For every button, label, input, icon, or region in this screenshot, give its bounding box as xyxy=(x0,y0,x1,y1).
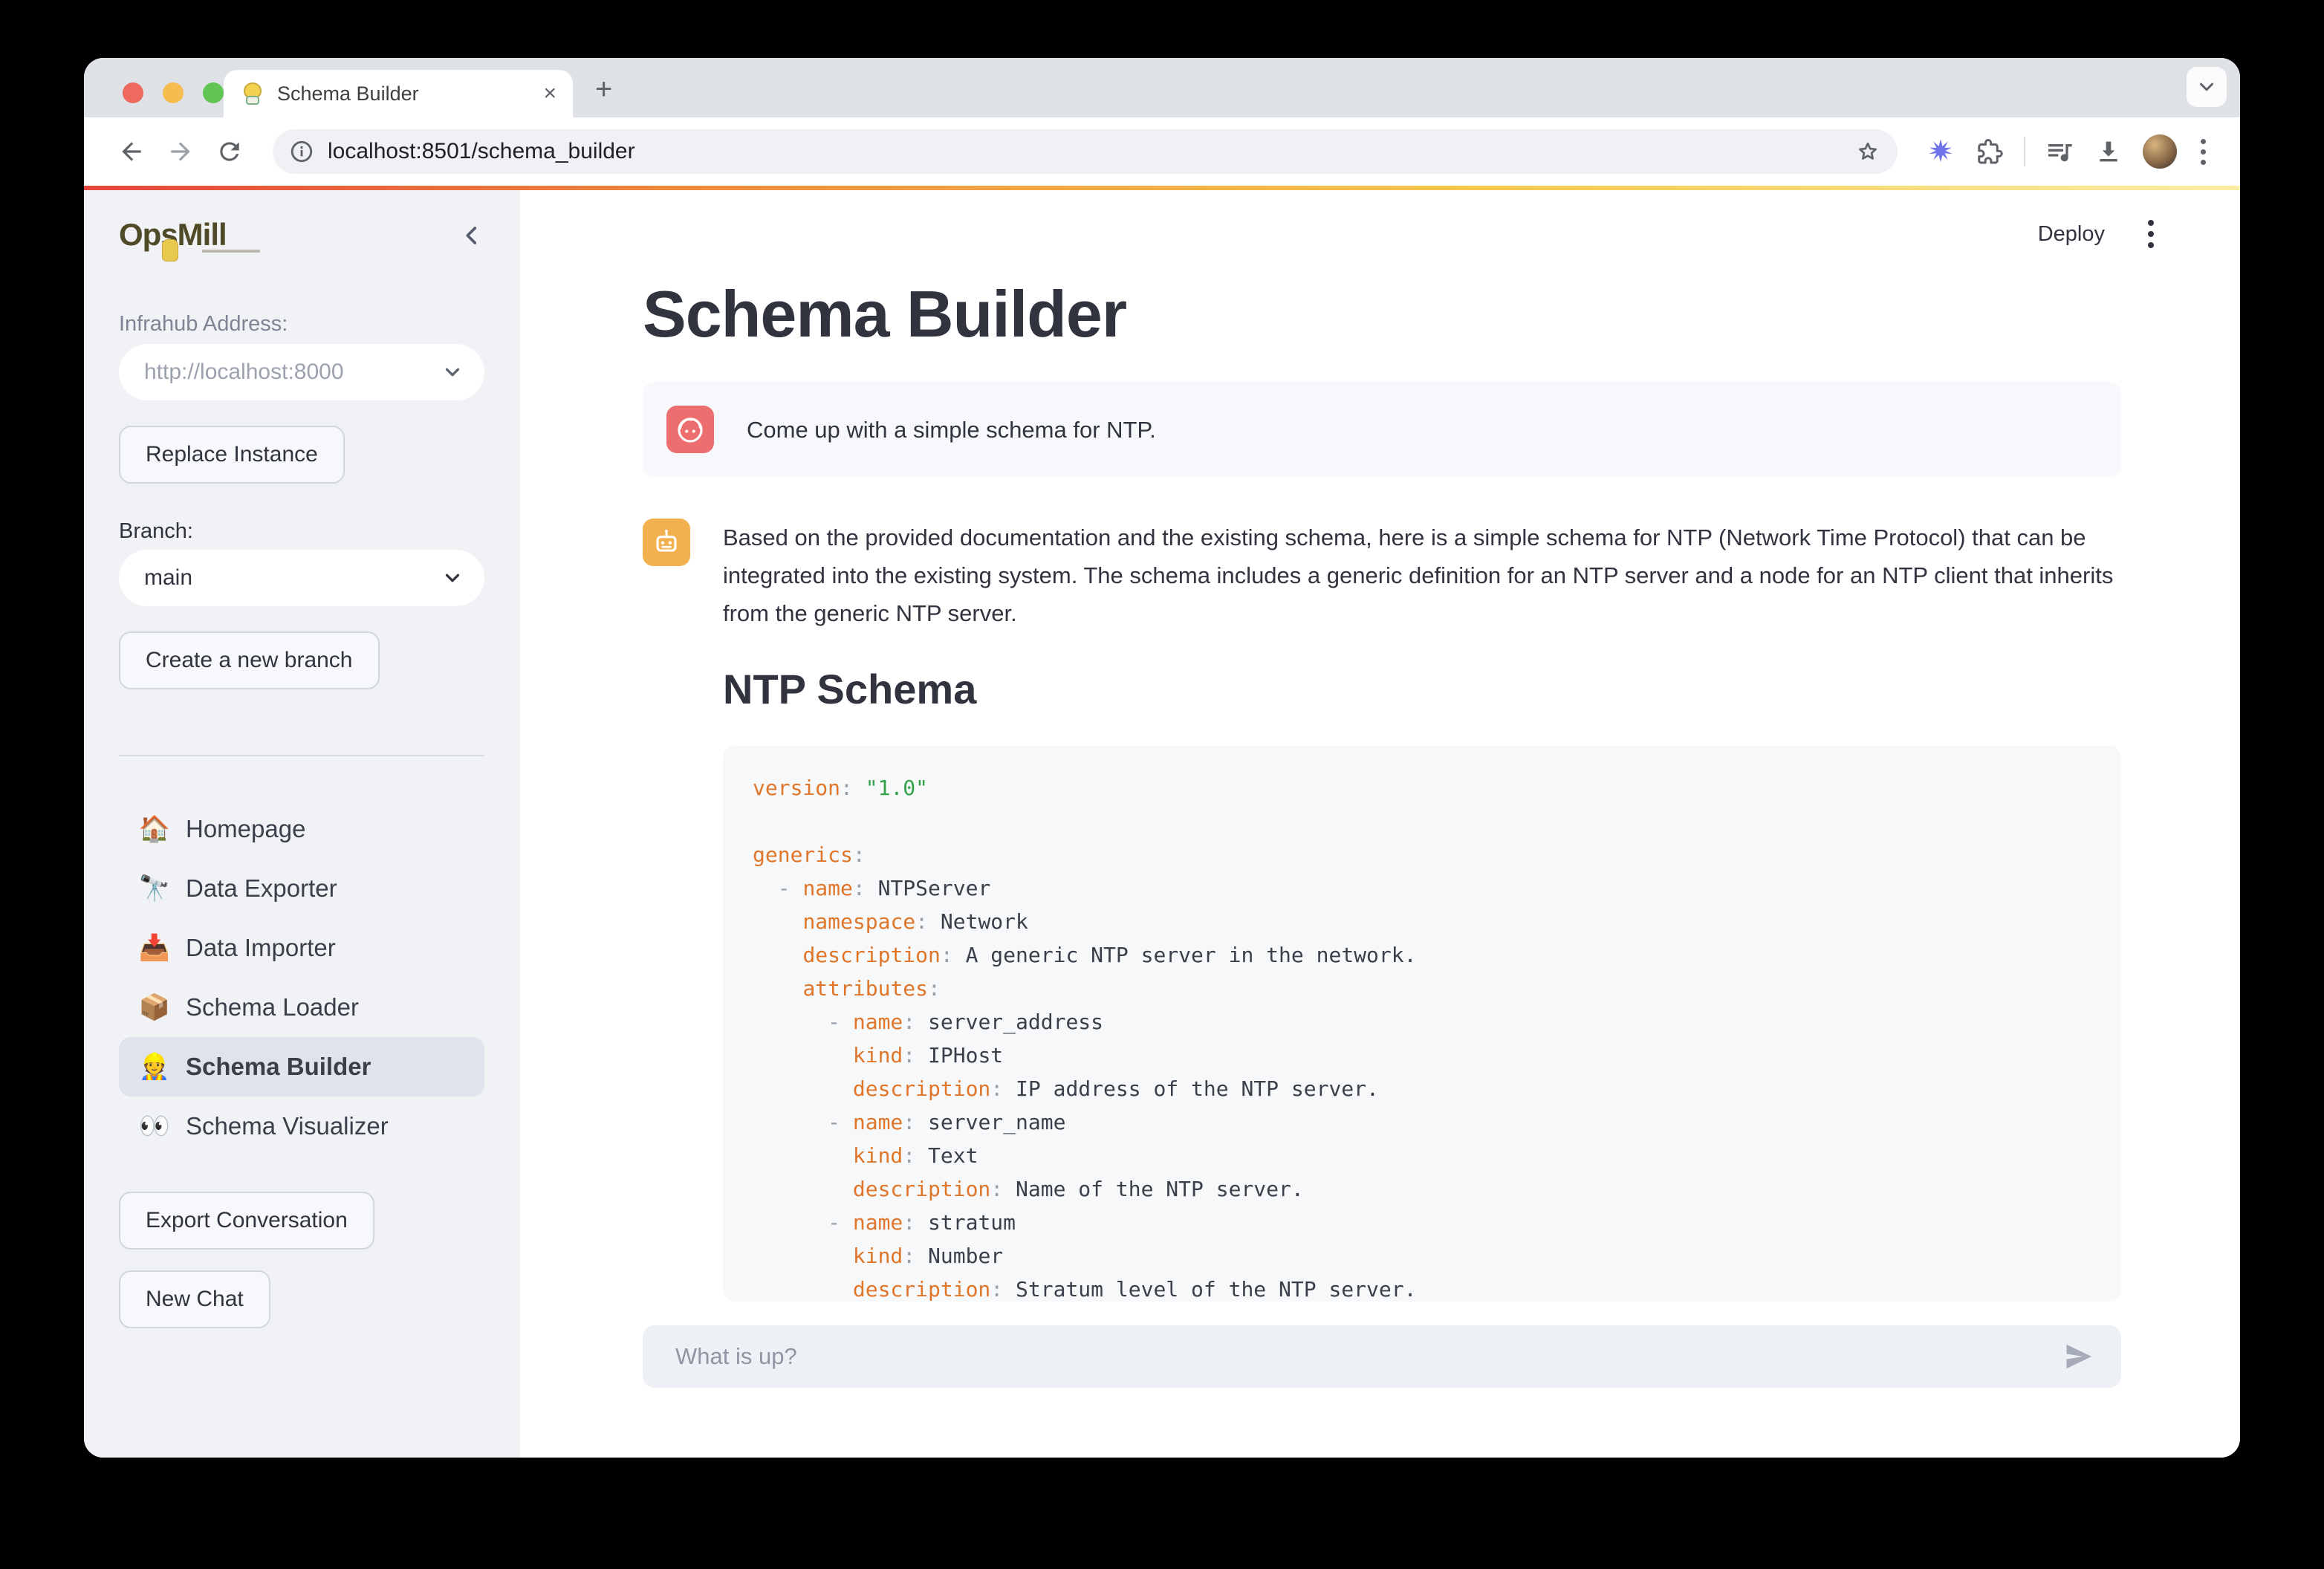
browser-window: Schema Builder × + localhost:8501/schema… xyxy=(84,58,2240,1458)
telescope-icon: 🔭 xyxy=(138,874,171,903)
branch-select[interactable]: main xyxy=(119,550,484,606)
assistant-chat-message: Based on the provided documentation and … xyxy=(643,519,2121,632)
download-icon[interactable] xyxy=(2094,137,2123,166)
site-info-icon[interactable] xyxy=(289,139,314,164)
sidebar-item-schema-builder[interactable]: 👷 Schema Builder xyxy=(119,1037,484,1097)
code-content: version: "1.0" generics: - name: NTPServ… xyxy=(753,771,2091,1302)
opsmill-tagline xyxy=(202,250,260,253)
opsmill-mascot-icon xyxy=(162,239,178,262)
sidebar-item-schema-visualizer[interactable]: 👀 Schema Visualizer xyxy=(119,1097,484,1156)
app-menu-kebab-icon[interactable] xyxy=(2143,220,2158,248)
sidebar-item-label: Schema Builder xyxy=(186,1053,371,1081)
sidebar-item-label: Data Importer xyxy=(186,934,336,962)
assistant-avatar-robot-icon xyxy=(643,519,690,566)
schema-heading: NTP Schema xyxy=(643,665,2121,713)
sidebar-collapse-icon[interactable] xyxy=(459,223,484,248)
url-text[interactable]: localhost:8501/schema_builder xyxy=(328,139,1841,164)
main-content: Deploy Schema Builder Come up with a sim… xyxy=(520,190,2240,1458)
export-conversation-button[interactable]: Export Conversation xyxy=(119,1192,374,1250)
window-controls xyxy=(123,82,224,103)
extensions-puzzle-icon[interactable] xyxy=(1975,137,2005,166)
browser-tab[interactable]: Schema Builder × xyxy=(224,70,573,117)
close-window-button[interactable] xyxy=(123,82,143,103)
url-bar[interactable]: localhost:8501/schema_builder xyxy=(273,129,1898,174)
browser-menu-kebab-icon[interactable] xyxy=(2196,139,2210,165)
toolbar-separator xyxy=(2024,137,2025,166)
home-icon: 🏠 xyxy=(138,814,171,844)
yaml-code-block: version: "1.0" generics: - name: NTPServ… xyxy=(723,746,2121,1302)
sidebar-divider xyxy=(119,755,484,756)
tab-strip: Schema Builder × + xyxy=(84,58,2240,117)
minimize-window-button[interactable] xyxy=(163,82,184,103)
user-avatar-face-icon xyxy=(666,406,714,453)
sidebar-item-schema-loader[interactable]: 📦 Schema Loader xyxy=(119,978,484,1037)
chat-input-bar[interactable] xyxy=(643,1325,2121,1388)
replace-instance-button[interactable]: Replace Instance xyxy=(119,426,345,484)
inbox-tray-icon: 📥 xyxy=(138,933,171,963)
back-icon[interactable] xyxy=(117,137,146,166)
page-title: Schema Builder xyxy=(643,276,2121,352)
create-branch-button[interactable]: Create a new branch xyxy=(119,631,380,689)
assistant-message-text: Based on the provided documentation and … xyxy=(723,524,2113,626)
chevron-down-icon xyxy=(441,361,464,383)
package-icon: 📦 xyxy=(138,993,171,1022)
tab-search-chevron-icon[interactable] xyxy=(2187,67,2227,107)
forward-icon[interactable] xyxy=(166,137,195,166)
branch-value: main xyxy=(144,565,434,591)
construction-worker-icon: 👷 xyxy=(138,1052,171,1082)
sidebar-item-homepage[interactable]: 🏠 Homepage xyxy=(119,799,484,859)
chat-input[interactable] xyxy=(675,1343,2047,1370)
sidebar-item-label: Data Exporter xyxy=(186,874,337,903)
sidebar: OpsMill Infrahub Address: Replace Instan… xyxy=(84,190,520,1458)
opsmill-logo-text: OpsMill xyxy=(119,217,290,253)
send-icon[interactable] xyxy=(2062,1339,2096,1374)
new-chat-button[interactable]: New Chat xyxy=(119,1270,270,1328)
branch-label: Branch: xyxy=(119,519,484,544)
deploy-button[interactable]: Deploy xyxy=(2038,222,2105,247)
bookmark-star-icon[interactable] xyxy=(1854,138,1881,165)
tab-favicon xyxy=(240,81,265,106)
media-playlist-icon[interactable] xyxy=(2045,137,2074,166)
sidebar-item-label: Schema Loader xyxy=(186,993,359,1021)
tab-title: Schema Builder xyxy=(277,82,531,105)
reload-icon[interactable] xyxy=(215,137,244,166)
zoom-window-button[interactable] xyxy=(203,82,224,103)
sidebar-nav: 🏠 Homepage 🔭 Data Exporter 📥 Data Import… xyxy=(119,799,484,1156)
sidebar-item-data-importer[interactable]: 📥 Data Importer xyxy=(119,918,484,978)
infrahub-address-select[interactable] xyxy=(119,344,484,400)
infrahub-address-input[interactable] xyxy=(144,360,434,385)
opsmill-logo: OpsMill xyxy=(119,217,290,253)
profile-avatar[interactable] xyxy=(2143,134,2177,169)
gemini-icon[interactable] xyxy=(1926,137,1955,166)
new-tab-button[interactable]: + xyxy=(595,74,612,104)
browser-toolbar: localhost:8501/schema_builder xyxy=(84,117,2240,186)
infrahub-address-label: Infrahub Address: xyxy=(119,312,484,337)
sidebar-item-data-exporter[interactable]: 🔭 Data Exporter xyxy=(119,859,484,918)
user-chat-message: Come up with a simple schema for NTP. xyxy=(643,382,2121,477)
sidebar-item-label: Homepage xyxy=(186,815,305,843)
tab-close-icon[interactable]: × xyxy=(543,82,556,105)
sidebar-item-label: Schema Visualizer xyxy=(186,1112,389,1140)
chevron-down-icon xyxy=(441,567,464,589)
eyes-icon: 👀 xyxy=(138,1111,171,1141)
user-message-text: Come up with a simple schema for NTP. xyxy=(747,411,1156,449)
